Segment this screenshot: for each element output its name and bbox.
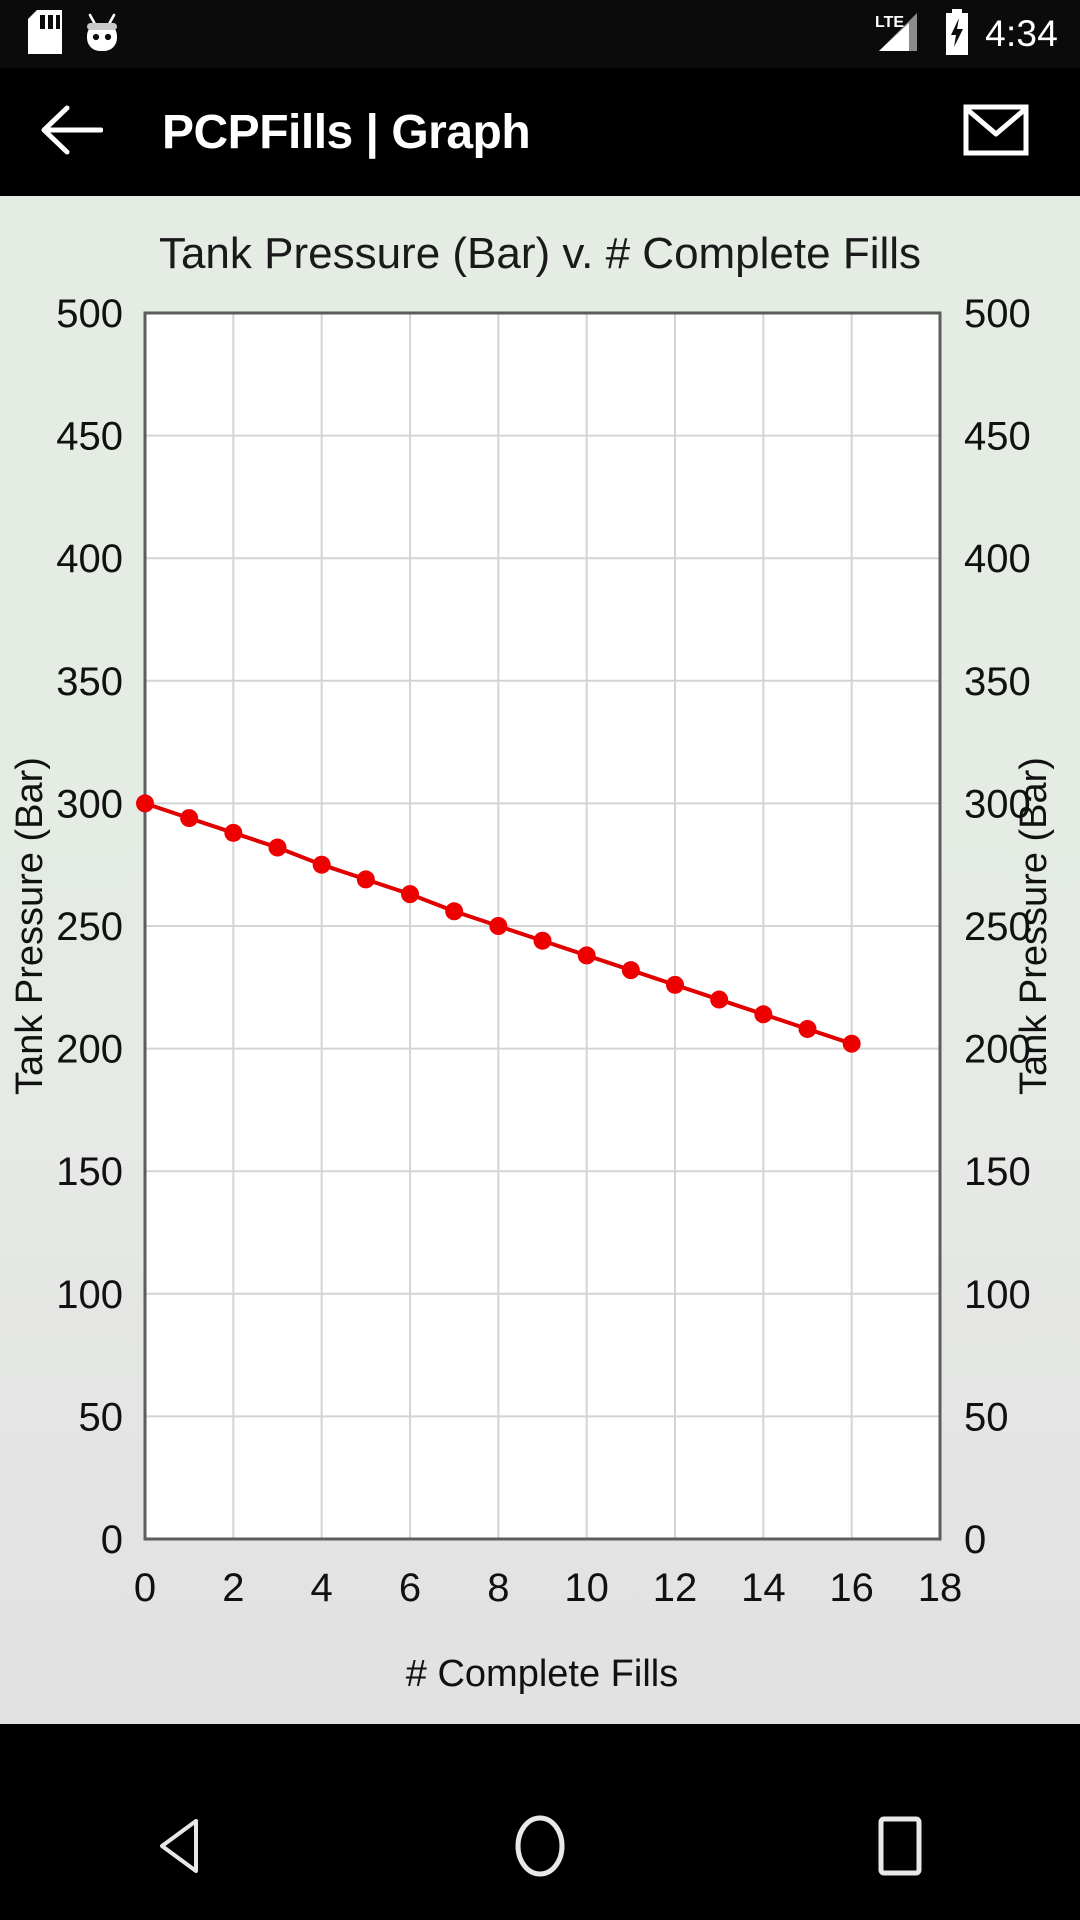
x-axis-ticks: 0 2 4 6 8 10 12 14 16 18 bbox=[134, 1566, 962, 1610]
y-axis-left-label: Tank Pressure (Bar) bbox=[9, 757, 51, 1095]
home-circle-icon bbox=[513, 1815, 567, 1882]
x-tick-label: 14 bbox=[741, 1566, 786, 1610]
x-tick-label: 8 bbox=[487, 1566, 509, 1610]
y-tick-label-left: 350 bbox=[56, 660, 123, 704]
data-point bbox=[533, 931, 552, 950]
data-point bbox=[754, 1005, 773, 1024]
y-tick-label-left: 300 bbox=[56, 782, 123, 826]
recents-square-icon bbox=[874, 1815, 926, 1882]
android-marshmallow-icon bbox=[82, 10, 122, 59]
y-tick-label-left: 250 bbox=[56, 905, 123, 949]
pressure-vs-fills-line-chart: 050100150200250300350400450500 050100150… bbox=[9, 292, 1055, 1695]
y-tick-label-right: 50 bbox=[964, 1395, 1009, 1439]
mail-button[interactable] bbox=[948, 84, 1044, 180]
y-tick-label-right: 100 bbox=[964, 1273, 1031, 1317]
data-point bbox=[180, 809, 199, 828]
nav-home-button[interactable] bbox=[465, 1776, 615, 1920]
x-tick-label: 10 bbox=[564, 1566, 609, 1610]
y-tick-label-left: 100 bbox=[56, 1273, 123, 1317]
x-tick-label: 12 bbox=[653, 1566, 698, 1610]
y-tick-label-left: 150 bbox=[56, 1150, 123, 1194]
status-bar-clock: 4:34 bbox=[985, 13, 1058, 54]
x-tick-label: 16 bbox=[829, 1566, 874, 1610]
phone-screen: LTE 4:34 PCPFills | Graph Tank Pressure … bbox=[0, 0, 1080, 1920]
y-axis-right-label: Tank Pressure (Bar) bbox=[1013, 757, 1055, 1095]
status-bar-right-icons: LTE 4:34 bbox=[873, 8, 1058, 60]
y-tick-label-left: 450 bbox=[56, 415, 123, 459]
x-tick-label: 4 bbox=[311, 1566, 333, 1610]
y-tick-label-left: 500 bbox=[56, 292, 123, 336]
data-point bbox=[356, 870, 375, 889]
data-point bbox=[842, 1034, 861, 1053]
y-axis-left-ticks: 0 50 100 150 200 250 300 350 400 450 500 bbox=[56, 292, 123, 1562]
y-tick-label-right: 150 bbox=[964, 1150, 1031, 1194]
data-point bbox=[445, 902, 464, 921]
x-axis-label: # Complete Fills bbox=[406, 1653, 678, 1695]
data-point bbox=[710, 990, 729, 1009]
x-tick-label: 0 bbox=[134, 1566, 156, 1610]
data-point bbox=[577, 946, 596, 965]
svg-text:LTE: LTE bbox=[875, 14, 904, 31]
x-tick-label: 6 bbox=[399, 1566, 421, 1610]
nav-back-button[interactable] bbox=[105, 1776, 255, 1920]
data-point bbox=[224, 823, 243, 842]
sd-card-icon bbox=[28, 9, 62, 59]
chart-container: Tank Pressure (Bar) v. # Complete Fills … bbox=[0, 196, 1080, 1724]
y-tick-label-right: 500 bbox=[964, 292, 1031, 336]
x-tick-label: 2 bbox=[222, 1566, 244, 1610]
app-bar: PCPFills | Graph bbox=[0, 68, 1080, 196]
data-point bbox=[268, 838, 287, 857]
mail-icon bbox=[963, 104, 1029, 161]
back-button[interactable] bbox=[20, 80, 124, 184]
x-tick-label: 18 bbox=[918, 1566, 963, 1610]
page-title: PCPFills | Graph bbox=[162, 105, 531, 159]
y-tick-label-right: 400 bbox=[964, 537, 1031, 581]
android-navigation-bar bbox=[0, 1776, 1080, 1920]
data-point bbox=[312, 855, 331, 874]
data-point bbox=[136, 794, 154, 813]
status-bar: LTE 4:34 bbox=[0, 0, 1080, 68]
y-tick-label-left: 50 bbox=[79, 1395, 124, 1439]
data-point bbox=[401, 885, 419, 904]
nav-recents-button[interactable] bbox=[825, 1776, 975, 1920]
y-tick-label-right: 350 bbox=[964, 660, 1031, 704]
arrow-left-icon bbox=[41, 105, 104, 160]
data-point bbox=[621, 961, 640, 980]
battery-charging-icon bbox=[943, 8, 971, 60]
signal-bars-icon: LTE bbox=[873, 9, 929, 60]
y-tick-label-left: 200 bbox=[56, 1028, 123, 1072]
data-point bbox=[798, 1019, 817, 1038]
y-tick-label-left: 0 bbox=[101, 1518, 123, 1562]
y-tick-label-left: 400 bbox=[56, 537, 123, 581]
status-bar-left-icons bbox=[28, 9, 122, 59]
y-tick-label-right: 0 bbox=[964, 1518, 986, 1562]
y-tick-label-right: 450 bbox=[964, 415, 1031, 459]
data-point bbox=[489, 917, 508, 935]
back-triangle-icon bbox=[154, 1817, 206, 1880]
data-point bbox=[666, 975, 684, 994]
